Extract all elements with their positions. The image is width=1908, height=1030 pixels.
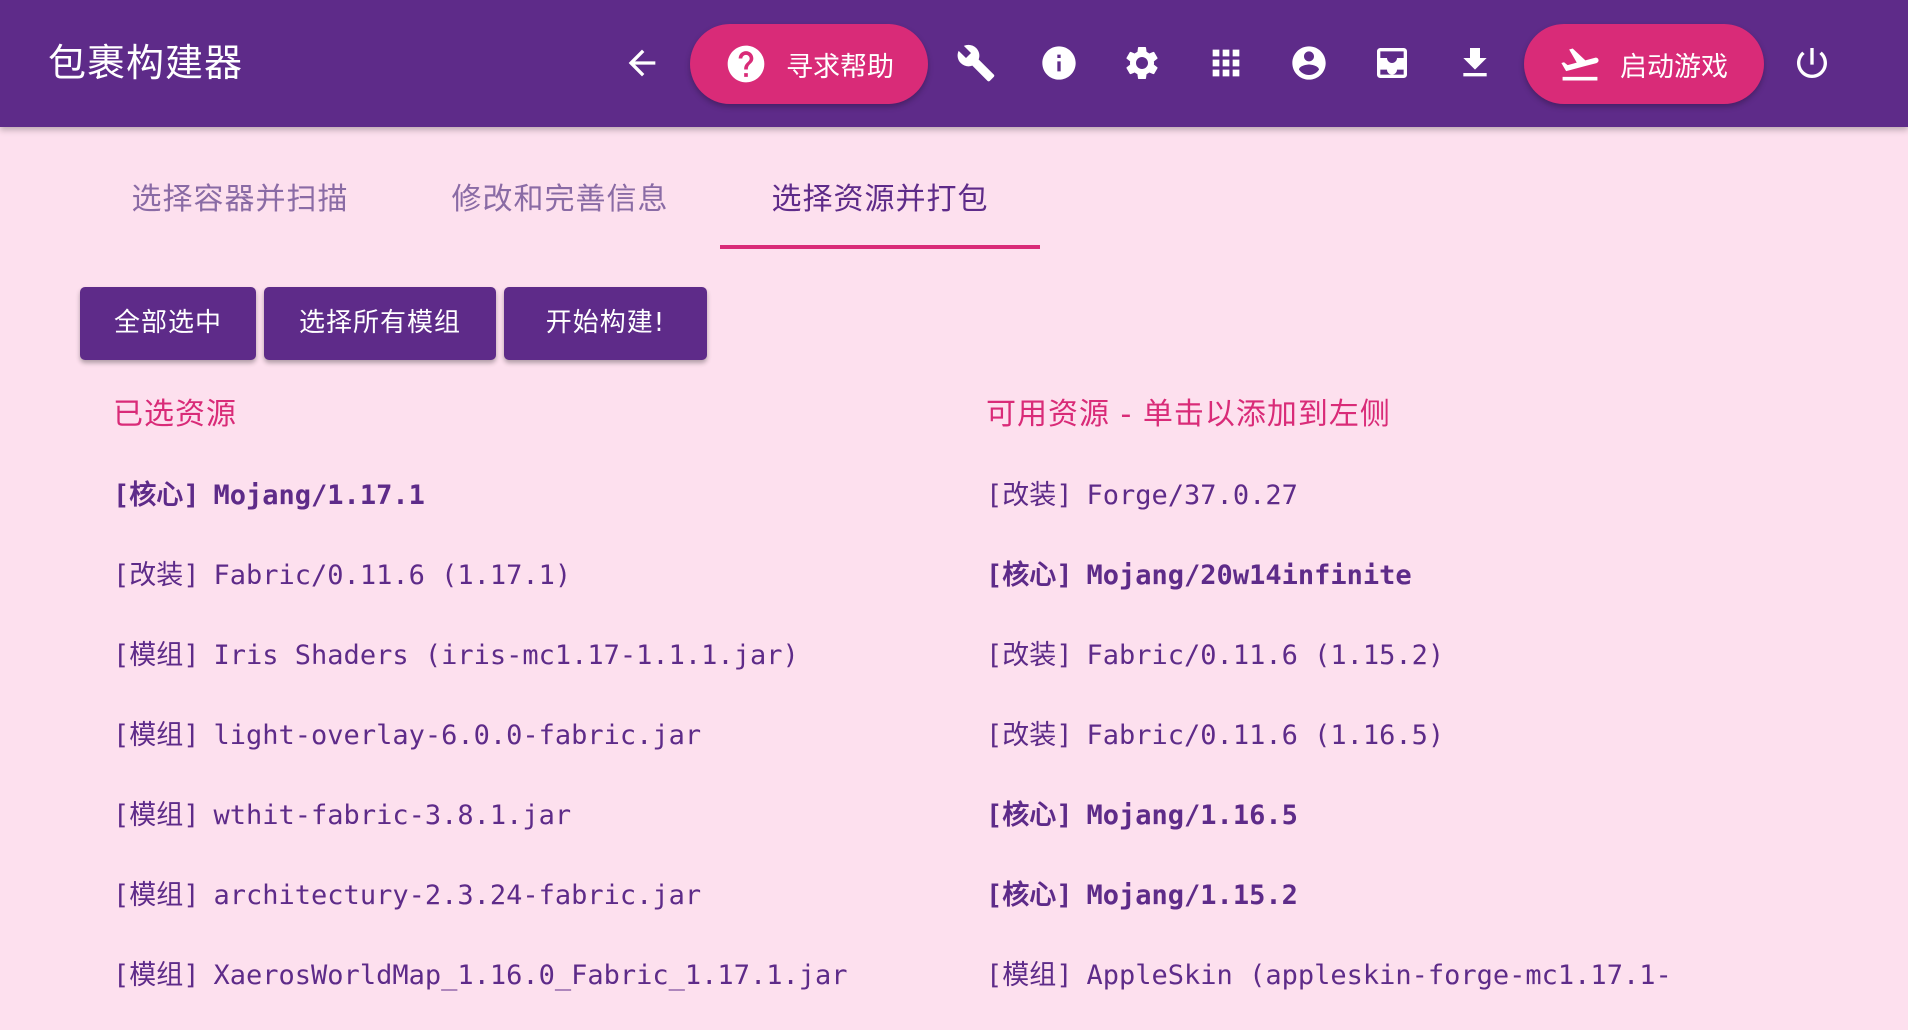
selected-resource-item[interactable]: [模组] light-overlay-6.0.0-fabric.jar: [113, 710, 847, 790]
resource-name: Mojang/1.17.1: [213, 480, 425, 511]
settings-gear-icon: [1126, 47, 1158, 79]
download-button[interactable]: [1445, 33, 1505, 93]
settings-button[interactable]: [1112, 33, 1172, 93]
resource-tag: [模组]: [113, 720, 200, 751]
account-button[interactable]: [1279, 33, 1339, 93]
tab-edit-info[interactable]: 修改和完善信息: [410, 150, 710, 250]
launch-game-label: 启动游戏: [1620, 51, 1728, 83]
resource-name: architectury-2.3.24-fabric.jar: [213, 880, 702, 911]
select-all-mods-button[interactable]: 选择所有模组: [264, 287, 496, 360]
info-button[interactable]: [1029, 33, 1089, 93]
apps-button[interactable]: [1196, 33, 1256, 93]
available-resource-item[interactable]: [改装] Fabric/0.11.6 (1.15.2): [986, 630, 1672, 710]
power-icon: [1797, 48, 1827, 78]
back-button[interactable]: [612, 33, 672, 93]
help-button[interactable]: 寻求帮助: [690, 24, 928, 104]
resource-name: light-overlay-6.0.0-fabric.jar: [213, 720, 702, 751]
resource-name: Iris Shaders (iris-mc1.17-1.1.1.jar): [213, 640, 799, 671]
app-bar: 包裹构建器 寻求帮助 启动游戏: [0, 0, 1908, 127]
help-button-label: 寻求帮助: [786, 51, 894, 83]
selected-resource-item[interactable]: [模组] XaerosWorldMap_1.16.0_Fabric_1.17.1.…: [113, 950, 847, 1030]
info-icon: [1042, 46, 1076, 80]
resource-name: Fabric/0.11.6 (1.16.5): [1086, 720, 1445, 751]
back-arrow-icon: [628, 49, 656, 77]
available-resource-item[interactable]: [改装] Fabric/0.11.6 (1.16.5): [986, 710, 1672, 790]
available-resource-item[interactable]: [核心] Mojang/1.16.5: [986, 790, 1672, 870]
selected-resource-item[interactable]: [模组] architectury-2.3.24-fabric.jar: [113, 870, 847, 950]
airplane-takeoff-icon: [1558, 42, 1602, 86]
resource-tag: [模组]: [113, 800, 200, 831]
selected-resources-list: [核心] Mojang/1.17.1 [改装] Fabric/0.11.6 (1.1…: [113, 470, 847, 1030]
resource-tag: [模组]: [113, 960, 200, 991]
resource-tag: [模组]: [113, 880, 200, 911]
download-icon: [1463, 48, 1487, 77]
resource-name: Fabric/0.11.6 (1.17.1): [213, 560, 572, 591]
help-icon: [724, 42, 768, 86]
inbox-tray-icon: [1377, 48, 1407, 78]
resource-tag: [模组]: [986, 960, 1073, 991]
account-icon: [1292, 46, 1326, 80]
selected-resource-item[interactable]: [模组] Iris Shaders (iris-mc1.17-1.1.1.jar): [113, 630, 847, 710]
resource-name: Forge/37.0.27: [1086, 480, 1298, 511]
resource-name: Fabric/0.11.6 (1.15.2): [1086, 640, 1445, 671]
selected-resource-item[interactable]: [核心] Mojang/1.17.1: [113, 470, 847, 550]
power-button[interactable]: [1782, 33, 1842, 93]
resource-tag: [核心]: [986, 560, 1073, 591]
available-resource-item[interactable]: [核心] Mojang/1.15.2: [986, 870, 1672, 950]
wrench-icon: [957, 44, 995, 82]
tab-select-container[interactable]: 选择容器并扫描: [90, 150, 390, 250]
select-all-button[interactable]: 全部选中: [80, 287, 256, 360]
inbox-button[interactable]: [1362, 33, 1422, 93]
selected-resource-item[interactable]: [改装] Fabric/0.11.6 (1.17.1): [113, 550, 847, 630]
available-resources-header: 可用资源 - 单击以添加到左侧: [986, 397, 1391, 432]
available-resource-item[interactable]: [模组] AppleSkin (appleskin-forge-mc1.17.1-: [986, 950, 1672, 1030]
resource-tag: [核心]: [113, 480, 200, 511]
resource-tag: [改装]: [113, 560, 200, 591]
resource-tag: [核心]: [986, 880, 1073, 911]
resource-name: wthit-fabric-3.8.1.jar: [213, 800, 572, 831]
tools-button[interactable]: [946, 33, 1006, 93]
available-resource-item[interactable]: [改装] Forge/37.0.27: [986, 470, 1672, 550]
resource-tag: [核心]: [986, 800, 1073, 831]
selected-resources-header: 已选资源: [113, 397, 237, 432]
resource-name: Mojang/1.16.5: [1086, 800, 1298, 831]
resource-name: XaerosWorldMap_1.16.0_Fabric_1.17.1.jar: [213, 960, 848, 991]
available-resources-list: [改装] Forge/37.0.27 [核心] Mojang/20w14infini…: [986, 470, 1672, 1030]
apps-grid-icon: [1212, 49, 1240, 77]
launch-game-button[interactable]: 启动游戏: [1524, 24, 1764, 104]
resource-name: Mojang/1.15.2: [1086, 880, 1298, 911]
resource-tag: [改装]: [986, 720, 1073, 751]
start-build-button[interactable]: 开始构建!: [504, 287, 707, 360]
resource-name: AppleSkin (appleskin-forge-mc1.17.1-: [1086, 960, 1672, 991]
available-resource-item[interactable]: [核心] Mojang/20w14infinite: [986, 550, 1672, 630]
app-title: 包裹构建器: [48, 41, 244, 85]
selected-resource-item[interactable]: [模组] wthit-fabric-3.8.1.jar: [113, 790, 847, 870]
active-tab-indicator: [720, 245, 1040, 249]
resource-tag: [改装]: [986, 480, 1073, 511]
resource-tag: [模组]: [113, 640, 200, 671]
resource-tag: [改装]: [986, 640, 1073, 671]
resource-name: Mojang/20w14infinite: [1086, 560, 1412, 591]
tab-select-resources[interactable]: 选择资源并打包: [720, 150, 1040, 250]
